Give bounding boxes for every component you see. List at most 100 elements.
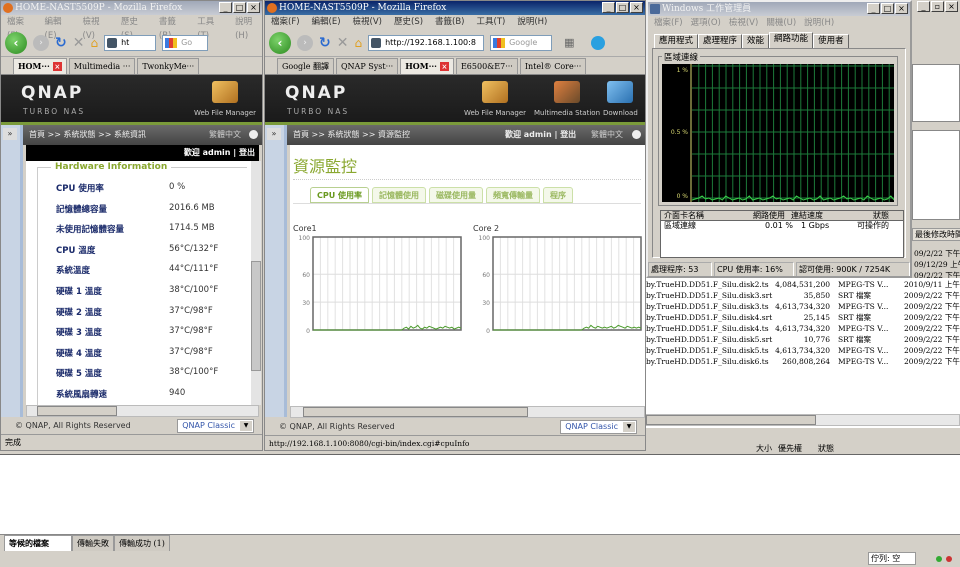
close-button[interactable]: × (945, 1, 958, 12)
skin-select[interactable]: QNAP Classic (177, 419, 254, 433)
close-button[interactable]: × (247, 2, 260, 13)
menu-options[interactable]: 選項(O) (691, 16, 721, 30)
menu-bookmarks[interactable]: 書籤(B) (159, 15, 185, 41)
column-size[interactable]: 大小 (756, 443, 772, 455)
maximize-button[interactable]: □ (233, 2, 246, 13)
url-input[interactable]: ht (104, 34, 157, 51)
tab-performance[interactable]: 效能 (742, 34, 770, 48)
menu-view[interactable]: 檢視(V) (353, 15, 382, 29)
app-web-file-manager[interactable]: Web File Manager (459, 81, 531, 117)
tab-home[interactable]: HOM··· × (13, 58, 67, 74)
url-input[interactable]: http://192.168.1.100:8 (368, 34, 485, 51)
search-input[interactable]: Go (162, 34, 209, 51)
tab-applications[interactable]: 應用程式 (654, 34, 699, 48)
close-tab-icon[interactable]: × (439, 62, 449, 71)
maximize-button[interactable]: □ (616, 2, 629, 13)
maximize-button[interactable]: □ (881, 3, 894, 14)
column-header-modified[interactable]: 最後修改時間 (912, 228, 960, 241)
minimize-button[interactable]: _ (867, 3, 880, 14)
column-link-speed[interactable]: 連結速度 (791, 211, 823, 221)
menu-help[interactable]: 說明(H) (517, 15, 547, 29)
language-select[interactable]: 繁體中文 (209, 125, 241, 145)
expand-sidebar-button[interactable]: » (267, 128, 281, 140)
tab-users[interactable]: 使用者 (813, 34, 849, 48)
close-button[interactable]: × (630, 2, 643, 13)
vertical-scrollbar[interactable] (251, 161, 261, 405)
file-row[interactable]: by.TrueHD.DD51.F_Silu.disk3.ts 4,613,734… (646, 301, 960, 312)
menu-view[interactable]: 檢視(V) (83, 15, 109, 41)
menu-edit[interactable]: 編輯(E) (45, 15, 71, 41)
tab-successful-transfers[interactable]: 傳輸成功 (1) (114, 535, 170, 551)
horizontal-scrollbar[interactable] (26, 405, 259, 417)
forward-button[interactable]: › (33, 34, 49, 51)
expand-sidebar-button[interactable]: » (3, 128, 17, 140)
tab-networking[interactable]: 網路功能 (769, 32, 814, 48)
tab-home[interactable]: HOM··· × (400, 58, 454, 74)
tab-disk-usage[interactable]: 磁碟使用量 (429, 187, 484, 203)
grid-icon[interactable]: ▦ (564, 36, 574, 49)
stop-icon[interactable]: ✕ (337, 35, 349, 51)
minimize-button[interactable]: _ (917, 1, 930, 12)
column-priority[interactable]: 優先權 (778, 443, 802, 455)
logout-link[interactable]: 登出 (239, 148, 255, 157)
skype-icon[interactable] (590, 35, 605, 50)
tab-multimedia[interactable]: Multimedia ··· (68, 58, 136, 74)
adapter-row[interactable]: 區域連線 0.01 % 1 Gbps 可操作的 (661, 221, 903, 231)
reload-icon[interactable]: ↻ (319, 35, 331, 51)
logout-link[interactable]: 登出 (560, 130, 576, 139)
tab-cpu-usage[interactable]: CPU 使用率 (310, 187, 370, 203)
search-input[interactable]: Google (490, 34, 553, 51)
back-button[interactable]: ‹ (269, 31, 291, 54)
tab-google-translate[interactable]: Google 翻譯 (277, 58, 334, 74)
tab-e6500[interactable]: E6500&E7··· (455, 58, 518, 74)
stop-icon[interactable]: ✕ (73, 35, 85, 51)
tab-bandwidth[interactable]: 頻寬傳輸量 (486, 187, 541, 203)
minimize-button[interactable]: _ (219, 2, 232, 13)
app-multimedia-station[interactable]: Multimedia Station (531, 81, 603, 117)
tab-queued-files[interactable]: 等候的檔案 (4, 535, 72, 551)
file-row[interactable]: by.TrueHD.DD51.F_Silu.disk3.srt 35,850 S… (646, 290, 960, 301)
column-adapter-name[interactable]: 介面卡名稱 (664, 211, 704, 221)
app-web-file-manager[interactable]: Web File Manager (189, 81, 261, 117)
close-tab-icon[interactable]: × (52, 62, 62, 71)
file-row[interactable]: by.TrueHD.DD51.F_Silu.disk5.srt 10,776 S… (646, 334, 960, 345)
tab-qnap-systems[interactable]: QNAP Syst··· (335, 58, 399, 74)
minimize-button[interactable]: _ (602, 2, 615, 13)
menu-bookmarks[interactable]: 書籤(B) (435, 15, 464, 29)
column-status[interactable]: 狀態 (818, 443, 834, 455)
dropdown-icon[interactable] (632, 130, 641, 139)
file-list-scrollbar[interactable] (645, 414, 960, 426)
menu-history[interactable]: 歷史(S) (121, 15, 147, 41)
menu-file[interactable]: 檔案(F) (7, 15, 33, 41)
reload-icon[interactable]: ↻ (55, 35, 67, 51)
home-icon[interactable]: ⌂ (354, 36, 362, 50)
column-state[interactable]: 狀態 (873, 211, 889, 221)
language-select[interactable]: 繁體中文 (591, 125, 623, 145)
menu-file[interactable]: 檔案(F) (654, 16, 683, 30)
dropdown-icon[interactable] (249, 130, 258, 139)
menu-tools[interactable]: 工具(T) (197, 15, 223, 41)
file-row[interactable]: by.TrueHD.DD51.F_Silu.disk4.ts 4,613,734… (646, 323, 960, 334)
skin-select[interactable]: QNAP Classic (560, 420, 637, 434)
forward-button[interactable]: › (297, 34, 313, 51)
menu-tools[interactable]: 工具(T) (477, 15, 506, 29)
tab-memory-usage[interactable]: 記憶體使用 (372, 187, 427, 203)
file-row[interactable]: by.TrueHD.DD51.F_Silu.disk2.ts 4,084,531… (646, 279, 960, 290)
file-row[interactable]: by.TrueHD.DD51.F_Silu.disk4.srt 25,145 S… (646, 312, 960, 323)
home-icon[interactable]: ⌂ (90, 36, 98, 50)
tab-processes[interactable]: 程序 (543, 187, 574, 203)
menu-edit[interactable]: 編輯(E) (312, 15, 341, 29)
file-row[interactable]: by.TrueHD.DD51.F_Silu.disk5.ts 4,613,734… (646, 345, 960, 356)
tab-failed-transfers[interactable]: 傳輸失敗 (72, 535, 114, 551)
menu-history[interactable]: 歷史(S) (394, 15, 423, 29)
tab-twonky[interactable]: TwonkyMe··· (137, 58, 200, 74)
menu-help[interactable]: 說明(H) (235, 15, 262, 41)
tab-intel-core[interactable]: Intel® Core··· (519, 58, 587, 74)
back-button[interactable]: ‹ (5, 31, 27, 54)
restore-button[interactable]: ▫ (931, 1, 944, 12)
menu-view[interactable]: 檢視(V) (729, 16, 758, 30)
menu-help[interactable]: 說明(H) (804, 16, 834, 30)
menu-shutdown[interactable]: 關機(U) (766, 16, 796, 30)
app-download-station[interactable]: Download (603, 81, 645, 117)
column-network-usage[interactable]: 網路使用 (753, 211, 785, 221)
